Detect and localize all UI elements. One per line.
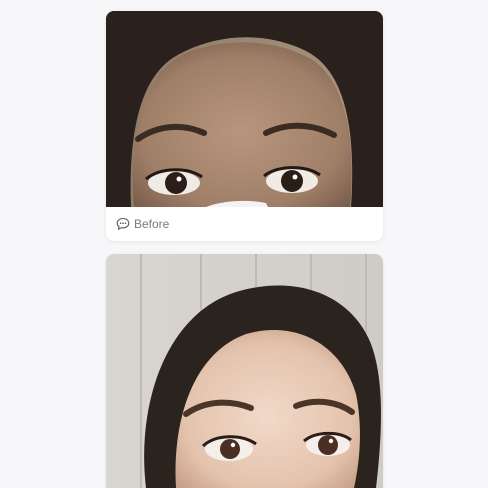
post-card-after[interactable] [106,254,383,488]
caption-text: Before [134,217,170,231]
feed-page: Before [0,0,488,488]
before-photo-image [106,11,383,207]
post-card-before[interactable]: Before [106,11,383,241]
after-photo[interactable] [106,254,383,488]
after-photo-image [106,254,383,488]
before-photo[interactable] [106,11,383,207]
speech-bubble-icon [116,217,130,231]
post-caption: Before [106,207,383,241]
